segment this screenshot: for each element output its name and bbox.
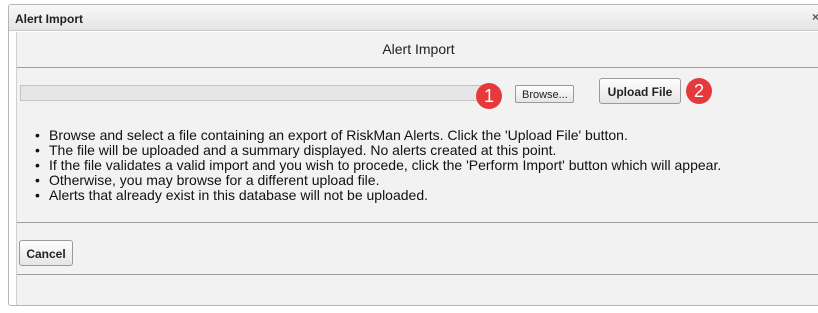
- upload-file-button[interactable]: Upload File: [599, 78, 681, 104]
- divider: [17, 274, 818, 275]
- step-badge-1: 1: [476, 83, 502, 109]
- divider: [17, 67, 818, 68]
- instructions-list: Browse and select a file containing an e…: [35, 128, 721, 204]
- step-badge-2: 2: [686, 78, 712, 104]
- instruction-item: Otherwise, you may browse for a differen…: [35, 173, 721, 189]
- alert-import-dialog: Alert Import × Alert Import 1 Browse... …: [8, 4, 818, 306]
- dialog-content: Alert Import 1 Browse... Upload File 2 B…: [16, 32, 818, 305]
- instruction-item: If the file validates a valid import and…: [35, 158, 721, 174]
- file-path-field[interactable]: [20, 85, 483, 101]
- cancel-button[interactable]: Cancel: [19, 240, 73, 266]
- browse-button[interactable]: Browse...: [515, 85, 574, 103]
- dialog-title: Alert Import: [15, 12, 84, 26]
- page-heading: Alert Import: [382, 41, 455, 57]
- instruction-item: The file will be uploaded and a summary …: [35, 143, 721, 159]
- close-icon[interactable]: ×: [812, 10, 818, 24]
- instruction-item: Browse and select a file containing an e…: [35, 128, 721, 144]
- instruction-item: Alerts that already exist in this databa…: [35, 188, 721, 204]
- dialog-titlebar: Alert Import ×: [9, 5, 818, 31]
- divider: [17, 222, 818, 223]
